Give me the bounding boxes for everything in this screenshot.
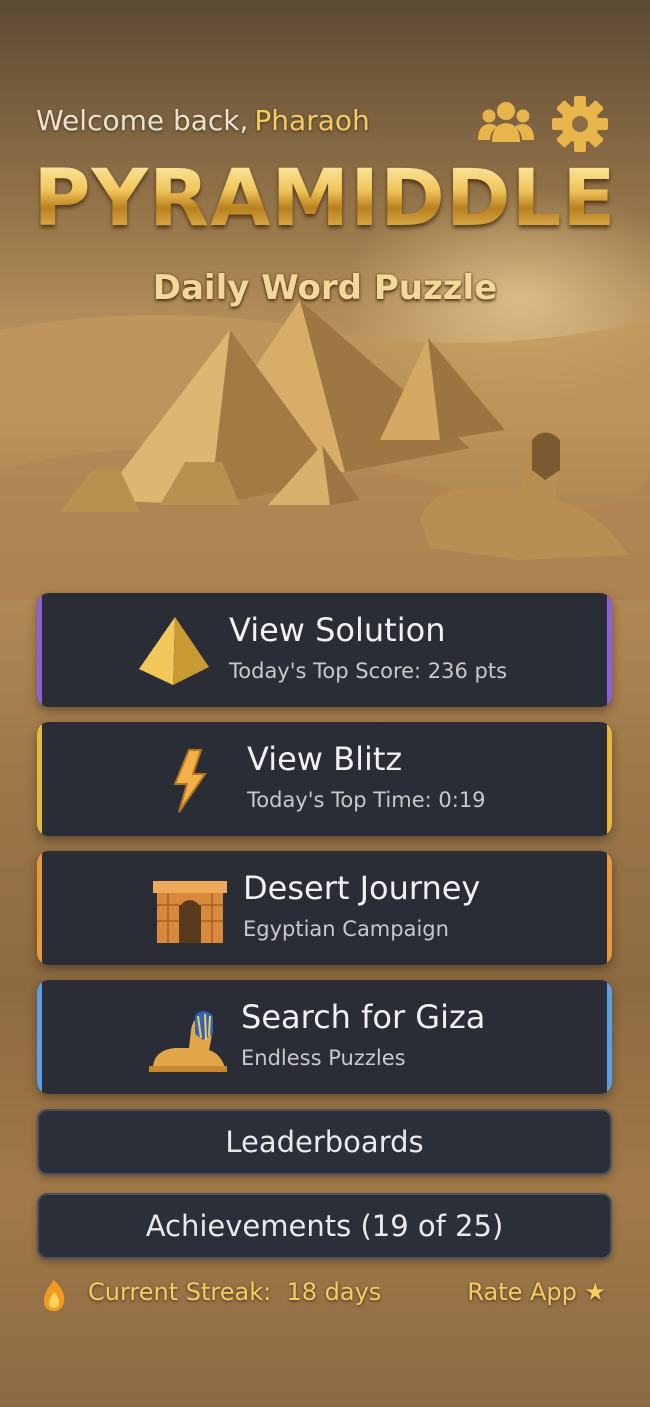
view-blitz-card[interactable]: View Blitz Today's Top Time: 0:19 [37,722,612,836]
card-accent-right [607,722,612,836]
streak-value: 18 days [286,1278,382,1306]
card-accent-right [607,980,612,1094]
card-title: Search for Giza [241,998,486,1036]
card-accent-right [607,851,612,965]
rate-app-link[interactable]: Rate App ★ [467,1278,606,1306]
card-subtitle: Today's Top Time: 0:19 [247,788,486,812]
temple-gate-icon [153,881,227,943]
welcome-text: Welcome back, [36,104,249,137]
app-logo-title: PYRAMIDDLE [0,154,650,244]
app-subtitle: Daily Word Puzzle [152,268,498,308]
lightning-icon [173,749,207,813]
desert-journey-card[interactable]: Desert Journey Egyptian Campaign [37,851,612,965]
welcome-message: Welcome back, Pharaoh [36,104,370,137]
search-for-giza-card[interactable]: Search for Giza Endless Puzzles [37,980,612,1094]
card-accent-left [37,722,42,836]
friends-icon[interactable] [476,94,536,154]
pyramid-icon [139,617,209,685]
flame-icon [43,1280,65,1311]
streak-label: Current Streak: [88,1278,272,1306]
card-subtitle: Endless Puzzles [241,1046,406,1070]
card-title: View Solution [229,611,446,649]
card-accent-left [37,980,42,1094]
sphinx-icon [149,1011,227,1072]
view-solution-card[interactable]: View Solution Today's Top Score: 236 pts [37,593,612,707]
card-title: Desert Journey [243,869,481,907]
card-accent-right [607,593,612,707]
card-subtitle: Egyptian Campaign [243,917,449,941]
user-name: Pharaoh [254,104,370,137]
gear-icon[interactable] [550,94,610,154]
card-accent-left [37,851,42,965]
card-title: View Blitz [247,740,403,778]
leaderboards-button[interactable]: Leaderboards [37,1109,612,1175]
achievements-button[interactable]: Achievements (19 of 25) [37,1193,612,1259]
card-subtitle: Today's Top Score: 236 pts [229,659,508,683]
card-accent-left [37,593,42,707]
footer-bar: Current Streak: 18 days Rate App ★ [0,1276,650,1316]
